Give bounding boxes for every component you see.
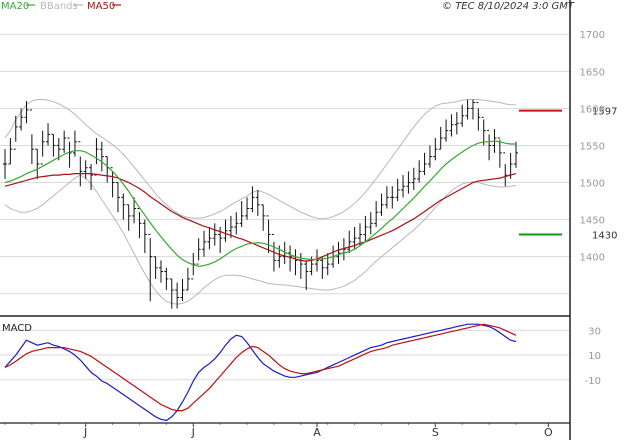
price-tick-label: 1400	[580, 253, 605, 264]
price-tick-label: 1700	[580, 30, 605, 41]
macd-title: MACD	[2, 323, 32, 334]
macd-tick-label: 30	[588, 326, 601, 337]
price-tick-label: 1600	[580, 104, 605, 115]
chart-canvas: 15971430 1700165016001550150014501400301…	[0, 0, 627, 440]
support-level-label: 1430	[592, 230, 617, 241]
ma20-legend-label: MA20	[1, 1, 29, 12]
x-tick-label: O	[544, 426, 553, 439]
macd-tick-label: 10	[588, 351, 601, 362]
copyright-watermark: © TEC 8/10/2024 3:0 GMT	[442, 1, 575, 12]
macd-tick-label: -10	[585, 376, 601, 387]
x-tick-label: J	[191, 426, 195, 439]
x-tick-label: A	[313, 426, 321, 439]
x-tick-label: J	[83, 426, 87, 439]
stock-chart: 1597 1430 1700 1650 1600 1550 1500 1450 1400 30 1…	[0, 0, 627, 440]
bbands-legend-label: BBands	[40, 1, 78, 12]
price-tick-label: 1650	[580, 67, 605, 78]
price-tick-label: 1500	[580, 179, 605, 190]
ma50-legend-label: MA50	[87, 1, 115, 12]
price-tick-label: 1450	[580, 216, 605, 227]
price-tick-label: 1550	[580, 141, 605, 152]
x-tick-label: S	[432, 426, 439, 439]
